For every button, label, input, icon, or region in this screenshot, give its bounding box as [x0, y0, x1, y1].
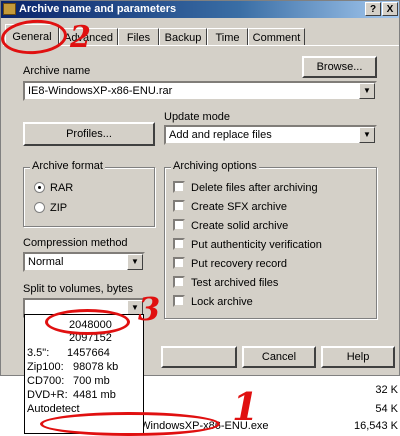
- checkbox-icon[interactable]: [173, 238, 185, 250]
- radio-selected-icon: [34, 182, 45, 193]
- option-label: Put authenticity verification: [191, 239, 322, 251]
- radio-rar[interactable]: RAR: [34, 182, 73, 194]
- option-authenticity[interactable]: Put authenticity verification: [173, 238, 322, 251]
- option-delete-files[interactable]: Delete files after archiving: [173, 181, 318, 194]
- chevron-down-icon[interactable]: ▼: [127, 254, 143, 270]
- radio-zip[interactable]: ZIP: [34, 202, 67, 214]
- annotation-step-1: 1: [232, 384, 259, 429]
- tab-panel-border: [3, 45, 399, 46]
- option-test-files[interactable]: Test archived files: [173, 276, 278, 289]
- checkbox-icon[interactable]: [173, 181, 185, 193]
- file-size: 16,543 K: [353, 420, 398, 432]
- archive-name-combo[interactable]: IE8-WindowsXP-x86-ENU.rar ▼: [23, 81, 377, 101]
- option-recovery-record[interactable]: Put recovery record: [173, 257, 287, 270]
- archive-name-value: IE8-WindowsXP-x86-ENU.rar: [28, 85, 173, 97]
- split-label: Split to volumes, bytes: [23, 283, 134, 295]
- split-option-label[interactable]: CD700:: [27, 375, 64, 387]
- window-title: Archive name and parameters: [19, 3, 177, 15]
- browse-button[interactable]: Browse...: [302, 56, 377, 78]
- archive-format-title: Archive format: [30, 160, 105, 172]
- annotation-ring-2048000: [45, 309, 130, 335]
- tab-files[interactable]: Files: [118, 28, 159, 46]
- update-mode-label: Update mode: [164, 111, 231, 123]
- chevron-down-icon[interactable]: ▼: [359, 127, 375, 143]
- annotation-ring-exe: [40, 412, 220, 436]
- tab-comment[interactable]: Comment: [248, 28, 305, 46]
- split-option-value[interactable]: 98078 kb: [73, 361, 118, 373]
- compression-value: Normal: [28, 256, 64, 268]
- checkbox-icon[interactable]: [173, 295, 185, 307]
- option-label: Delete files after archiving: [191, 182, 318, 194]
- title-bar: Archive name and parameters ? X: [1, 1, 399, 18]
- checkbox-icon[interactable]: [173, 276, 185, 288]
- radio-rar-label: RAR: [50, 182, 74, 194]
- archive-format-group: Archive format RAR ZIP: [23, 160, 155, 227]
- option-label: Lock archive: [191, 296, 253, 308]
- split-option-autodetect[interactable]: Autodetect: [27, 403, 80, 415]
- checkbox-icon[interactable]: [173, 257, 185, 269]
- option-label: Create solid archive: [191, 220, 289, 232]
- split-option-value[interactable]: 1457664: [67, 347, 110, 359]
- update-mode-value: Add and replace files: [169, 129, 272, 141]
- winrar-icon: [3, 3, 16, 15]
- archive-name-label: Archive name: [23, 65, 91, 77]
- update-mode-combo[interactable]: Add and replace files ▼: [164, 125, 377, 145]
- compression-label: Compression method: [23, 237, 128, 249]
- split-option-label[interactable]: 3.5":: [27, 347, 49, 359]
- tab-time[interactable]: Time: [207, 28, 248, 46]
- option-label: Put recovery record: [191, 258, 287, 270]
- split-option-value[interactable]: 700 mb: [73, 375, 110, 387]
- split-option-label[interactable]: Zip100:: [27, 361, 64, 373]
- option-label: Create SFX archive: [191, 201, 287, 213]
- ok-button[interactable]: [161, 346, 237, 368]
- radio-zip-label: ZIP: [50, 202, 68, 214]
- option-lock-archive[interactable]: Lock archive: [173, 295, 253, 308]
- file-size: 32 K: [375, 384, 398, 396]
- help-button[interactable]: Help: [321, 346, 395, 368]
- option-create-sfx[interactable]: Create SFX archive: [173, 200, 287, 213]
- radio-unselected-icon: [34, 202, 45, 213]
- checkbox-icon[interactable]: [173, 219, 185, 231]
- cancel-button[interactable]: Cancel: [242, 346, 316, 368]
- chevron-down-icon[interactable]: ▼: [359, 83, 375, 99]
- option-label: Test archived files: [191, 277, 279, 289]
- split-option-value[interactable]: 4481 mb: [73, 389, 116, 401]
- close-title-button[interactable]: X: [382, 2, 398, 16]
- annotation-step-3: 3: [138, 290, 161, 328]
- option-solid-archive[interactable]: Create solid archive: [173, 219, 288, 232]
- archiving-options-title: Archiving options: [171, 160, 259, 172]
- compression-combo[interactable]: Normal ▼: [23, 252, 145, 272]
- help-title-button[interactable]: ?: [365, 2, 381, 16]
- profiles-button[interactable]: Profiles...: [23, 122, 155, 146]
- split-option-label[interactable]: DVD+R:: [27, 389, 68, 401]
- file-size: 54 K: [375, 403, 398, 415]
- checkbox-icon[interactable]: [173, 200, 185, 212]
- annotation-step-2: 2: [70, 20, 91, 55]
- tab-backup[interactable]: Backup: [159, 28, 207, 46]
